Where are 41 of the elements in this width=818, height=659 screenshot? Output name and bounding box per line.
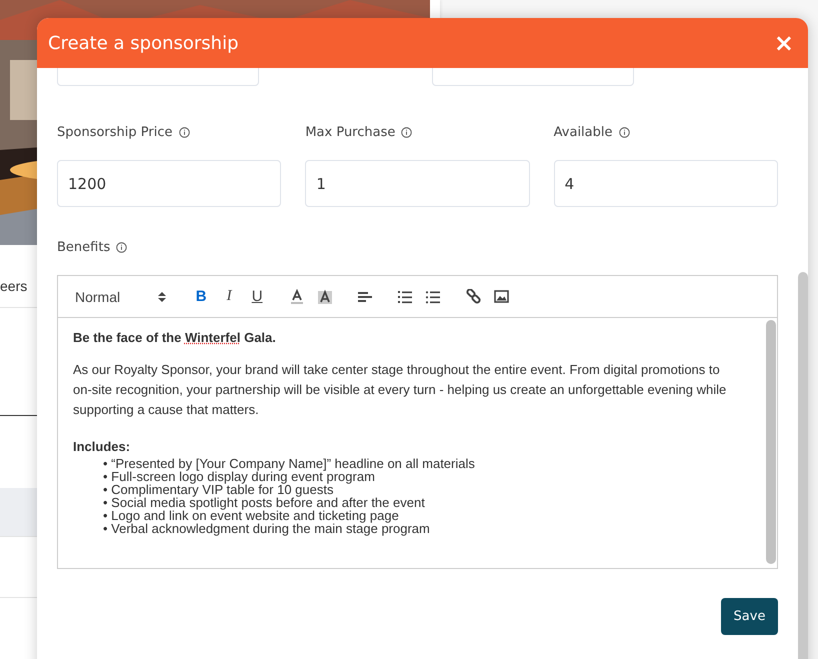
- field-label: Max Purchase: [305, 124, 396, 140]
- info-icon: [401, 126, 412, 138]
- list-item: • Full-screen logo display during event program: [103, 470, 376, 483]
- input-field[interactable]: 1: [305, 160, 530, 207]
- link-button[interactable]: [464, 288, 482, 306]
- field-label: Available: [554, 124, 612, 140]
- highlight-icon: [317, 288, 334, 304]
- paragraph: As our Royalty Sponsor, your brand will take center stage throughout the entire event. From digital promotions to on-site recognition, your partnership will be visible at every turn - helping us create an unforgettable evening while supporting a cause that matters.: [73, 361, 728, 419]
- list-item: • “Presented by [Your Company Name]” headline on all materials: [103, 457, 476, 470]
- image-button[interactable]: [492, 288, 510, 306]
- tab-label[interactable]: eers: [0, 278, 28, 294]
- list-item: • Logo and link on event website and ticketing page: [103, 509, 400, 522]
- text-color-icon: [290, 288, 304, 304]
- image-icon: [494, 290, 509, 303]
- heading-text: Be the face of the Winterfel Gala.: [73, 329, 277, 347]
- save-button[interactable]: Save: [721, 598, 778, 635]
- info-icon: [618, 126, 630, 138]
- list-item: • Verbal acknowledgment during the main stage program: [103, 522, 431, 535]
- input-field[interactable]: 4: [554, 160, 778, 207]
- format-dropdown[interactable]: Normal: [75, 288, 166, 304]
- link-icon: [466, 289, 481, 304]
- bold-button[interactable]: B: [192, 288, 210, 306]
- field-label: Benefits: [57, 240, 110, 254]
- underline-button[interactable]: U: [248, 288, 266, 306]
- scrollbar[interactable]: [766, 320, 776, 564]
- list-item: • Complimentary VIP table for 10 guests: [103, 483, 334, 496]
- field-label: Sponsorship Price: [57, 124, 172, 140]
- bullet-list-icon: [425, 290, 442, 304]
- includes-label: Includes:: [73, 438, 132, 456]
- info-icon: [178, 126, 190, 138]
- sort-caret-icon: [158, 290, 166, 302]
- background-button[interactable]: [316, 288, 334, 306]
- dialog-title: Create a sponsorship: [48, 32, 239, 54]
- input-field[interactable]: 1200: [57, 160, 282, 207]
- list-item: • Social media spotlight posts before and after the event: [103, 496, 426, 509]
- numbered-list-icon: [397, 290, 414, 304]
- rich-text-editor[interactable]: [57, 275, 778, 569]
- align-icon: [357, 290, 374, 304]
- italic-button[interactable]: I: [220, 288, 238, 306]
- info-icon: [116, 242, 128, 252]
- scrollbar[interactable]: [798, 272, 808, 659]
